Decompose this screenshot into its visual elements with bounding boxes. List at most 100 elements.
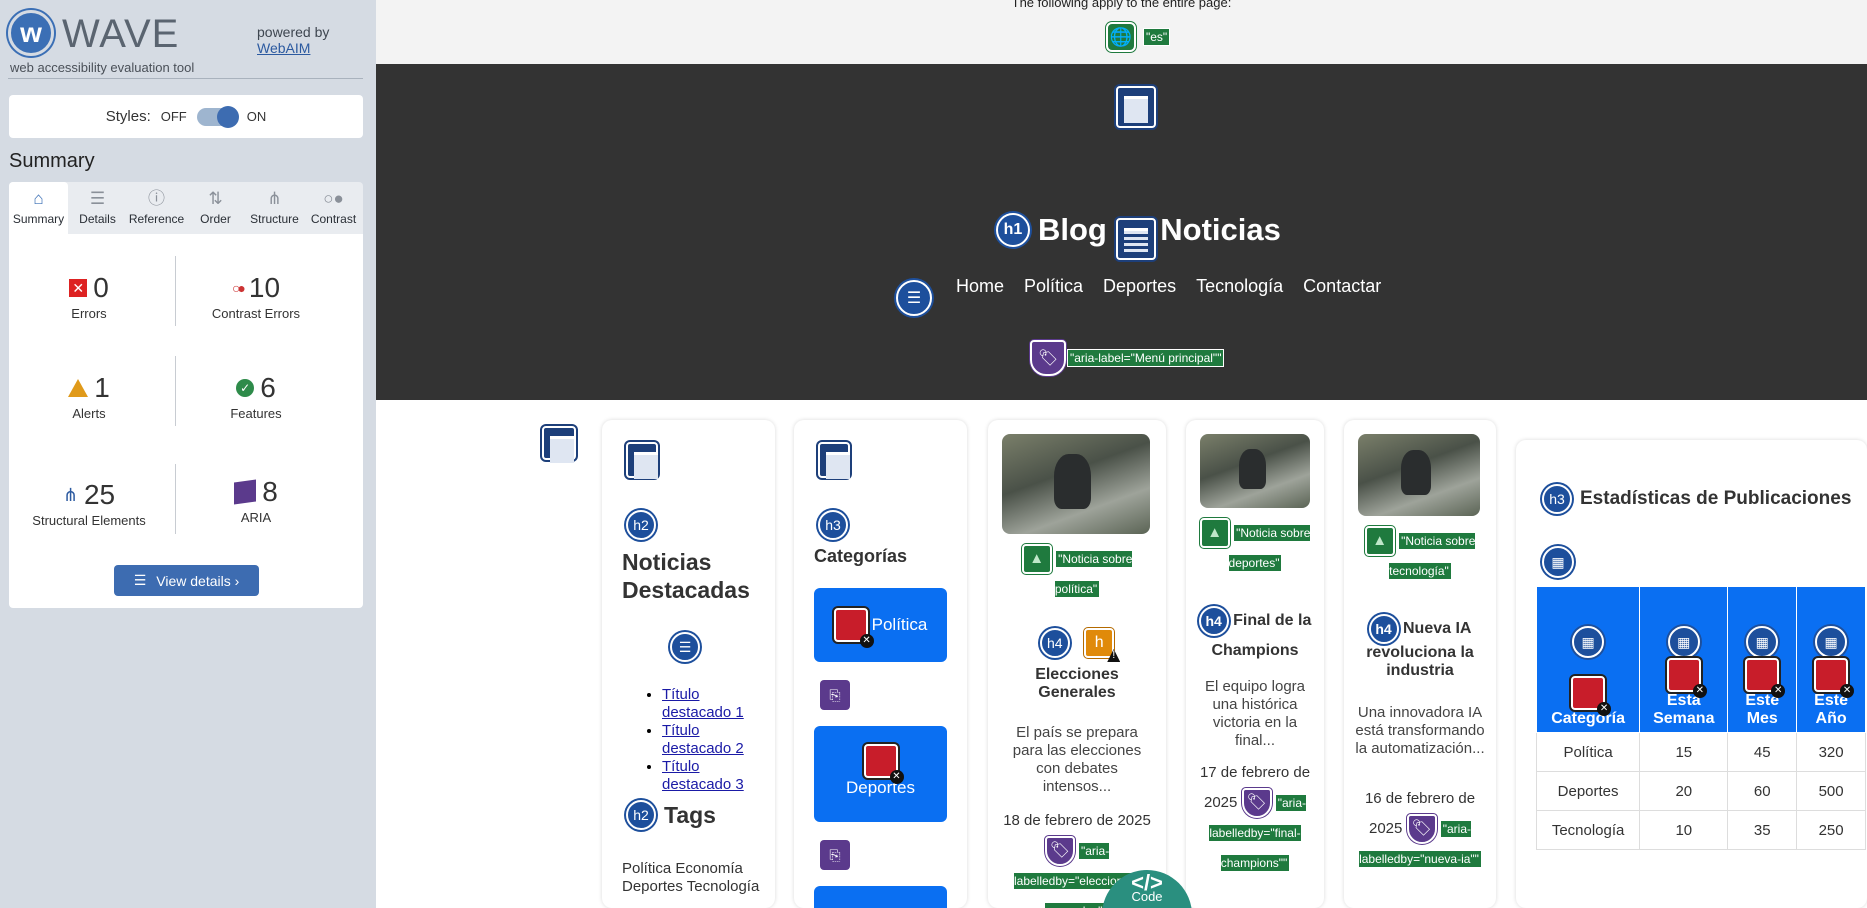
- features-stat[interactable]: ✓ 6 Features: [176, 372, 336, 421]
- nav-deportes[interactable]: Deportes: [1103, 276, 1176, 297]
- h4-icon[interactable]: h4: [1198, 606, 1229, 636]
- table-header-icon[interactable]: ▦: [1667, 626, 1700, 658]
- link-error-icon[interactable]: [833, 608, 874, 648]
- news-title: h4 Final de la Champions: [1196, 606, 1314, 666]
- tab-reference[interactable]: ⓘ Reference: [127, 182, 186, 234]
- language-tag: "es": [1142, 28, 1171, 46]
- h2-icon[interactable]: h2: [626, 800, 656, 830]
- h4-icon[interactable]: h4: [1368, 614, 1399, 644]
- features-count: 6: [260, 372, 276, 403]
- tab-order[interactable]: ⇅ Order: [186, 182, 245, 234]
- image-icon[interactable]: ▲: [1021, 544, 1052, 574]
- heading-alert-icon[interactable]: h: [1084, 628, 1115, 658]
- category-label: Política: [871, 615, 928, 634]
- tab-contrast[interactable]: ○● Contrast: [304, 182, 363, 234]
- list-icon[interactable]: ☰: [896, 280, 932, 316]
- contrast-error-icon[interactable]: [1745, 658, 1786, 698]
- site-header: h1 Blog de Noticias ☰ Home Política Depo…: [376, 64, 1867, 400]
- tab-details[interactable]: ☰ Details: [68, 182, 127, 234]
- category-politica-button[interactable]: Política: [814, 588, 947, 662]
- aria-icon: [234, 479, 257, 505]
- featured-link-2[interactable]: Título destacado 2: [662, 722, 744, 757]
- nav-contactar[interactable]: Contactar: [1303, 276, 1381, 297]
- h1-icon[interactable]: h1: [996, 213, 1030, 247]
- link-error-icon[interactable]: [863, 744, 904, 784]
- table-header-cell: ▦ Esta Semana: [1639, 586, 1729, 733]
- image-icon[interactable]: ▲: [1364, 526, 1395, 556]
- featured-link-3[interactable]: Título destacado 3: [662, 758, 744, 793]
- aria-tag-icon[interactable]: 🏷: [1241, 788, 1272, 819]
- table-header-icon[interactable]: ▦: [1746, 626, 1779, 658]
- tags-text: Política Economía Deportes Tecnología: [622, 860, 760, 895]
- main-region-icon[interactable]: [542, 426, 576, 463]
- alerts-stat[interactable]: 1 Alerts: [9, 372, 169, 421]
- styles-toggle[interactable]: [196, 105, 239, 128]
- aria-tag-icon[interactable]: 🏷: [1030, 340, 1066, 376]
- table-header-icon[interactable]: ▦: [1815, 626, 1848, 658]
- table-row: Deportes 20 60 500: [1535, 771, 1866, 811]
- news-excerpt: El país se prepara para las elecciones c…: [1012, 724, 1142, 795]
- table-icon[interactable]: ▦: [1542, 546, 1574, 578]
- nav-home[interactable]: Home: [956, 276, 1004, 297]
- list-icon: ☰: [133, 572, 147, 588]
- navigation-region-icon[interactable]: [1116, 218, 1156, 260]
- h3-icon[interactable]: h3: [818, 510, 848, 540]
- image-icon[interactable]: ▲: [1199, 518, 1230, 548]
- table-cell: 320: [1796, 732, 1866, 772]
- h2-icon[interactable]: h2: [626, 510, 656, 540]
- tab-label: Order: [200, 212, 231, 226]
- list-icon[interactable]: ☰: [670, 632, 700, 662]
- wave-subtitle: web accessibility evaluation tool: [10, 60, 195, 75]
- structure-icon: ⋔: [62, 484, 78, 505]
- featured-link-1[interactable]: Título destacado 1: [662, 686, 744, 721]
- contrast-error-icon[interactable]: [1814, 658, 1855, 698]
- h3-icon[interactable]: h3: [1542, 484, 1572, 514]
- h4-icon[interactable]: h4: [1039, 628, 1070, 658]
- code-toggle-button[interactable]: </> Code: [1102, 870, 1192, 908]
- view-details-label: View details ›: [156, 572, 240, 589]
- list-item: Título destacado 2: [662, 722, 762, 758]
- aria-tag-icon[interactable]: 🏷: [1044, 836, 1075, 867]
- language-indicator: 🌐 "es": [1106, 22, 1171, 52]
- page-wide-note: The following apply to the entire page:: [1011, 0, 1232, 10]
- aria-stat[interactable]: 8 ARIA: [176, 476, 336, 525]
- aria-icon[interactable]: ⎘: [820, 840, 850, 870]
- evaluated-page: The following apply to the entire page: …: [376, 0, 1867, 908]
- error-icon: ✕: [69, 279, 88, 297]
- view-details-button[interactable]: ☰ View details ›: [114, 565, 259, 596]
- tab-label: Contrast: [310, 212, 357, 226]
- order-icon: ⇅: [208, 189, 223, 208]
- image-alt: ▲ "Noticia sobre deportes": [1196, 518, 1314, 578]
- features-label: Features: [230, 406, 282, 421]
- tab-structure[interactable]: ⋔ Structure: [245, 182, 304, 234]
- table-cell: 250: [1796, 810, 1866, 850]
- alert-icon: [68, 379, 89, 397]
- aria-tag-icon[interactable]: 🏷: [1406, 814, 1437, 845]
- contrast-errors-stat[interactable]: ○● 10 Contrast Errors: [176, 272, 336, 321]
- nav-politica[interactable]: Política: [1024, 276, 1083, 297]
- contrast-error-icon[interactable]: [1571, 676, 1612, 716]
- tab-summary[interactable]: ⌂ Summary: [9, 182, 68, 234]
- styles-label: Styles:: [105, 108, 151, 125]
- contrast-icon: ○●: [323, 189, 344, 208]
- categories-heading: Categorías: [814, 546, 908, 566]
- article-icon[interactable]: [818, 442, 850, 479]
- alt-text: "Noticia sobre tecnología": [1389, 533, 1476, 580]
- category-deportes-button[interactable]: Deportes: [814, 726, 947, 822]
- wave-logo-icon: w: [8, 10, 54, 56]
- aria-icon[interactable]: ⎘: [820, 680, 850, 710]
- errors-stat[interactable]: ✕ 0 Errors: [9, 272, 169, 321]
- table-header-cell: ▦ Este Año: [1796, 586, 1866, 733]
- webaim-link[interactable]: WebAIM: [257, 40, 310, 56]
- main-content: h2 Noticias Destacadas ☰ Título destacad…: [376, 400, 1867, 908]
- contrast-error-icon[interactable]: [1666, 658, 1707, 698]
- table-header-row: ▦ Categoría ▦ Esta Semana ▦ Este Mes: [1535, 586, 1866, 733]
- category-more-button[interactable]: [814, 886, 947, 908]
- stats-heading-text: Estadísticas de Publicaciones: [1580, 488, 1852, 509]
- header-region-icon[interactable]: [1116, 86, 1156, 128]
- globe-icon[interactable]: 🌐: [1106, 22, 1136, 52]
- table-header-icon[interactable]: ▦: [1572, 626, 1605, 658]
- structural-stat[interactable]: ⋔ 25 Structural Elements: [9, 479, 169, 528]
- nav-tecnologia[interactable]: Tecnología: [1196, 276, 1283, 297]
- article-icon[interactable]: [626, 442, 658, 479]
